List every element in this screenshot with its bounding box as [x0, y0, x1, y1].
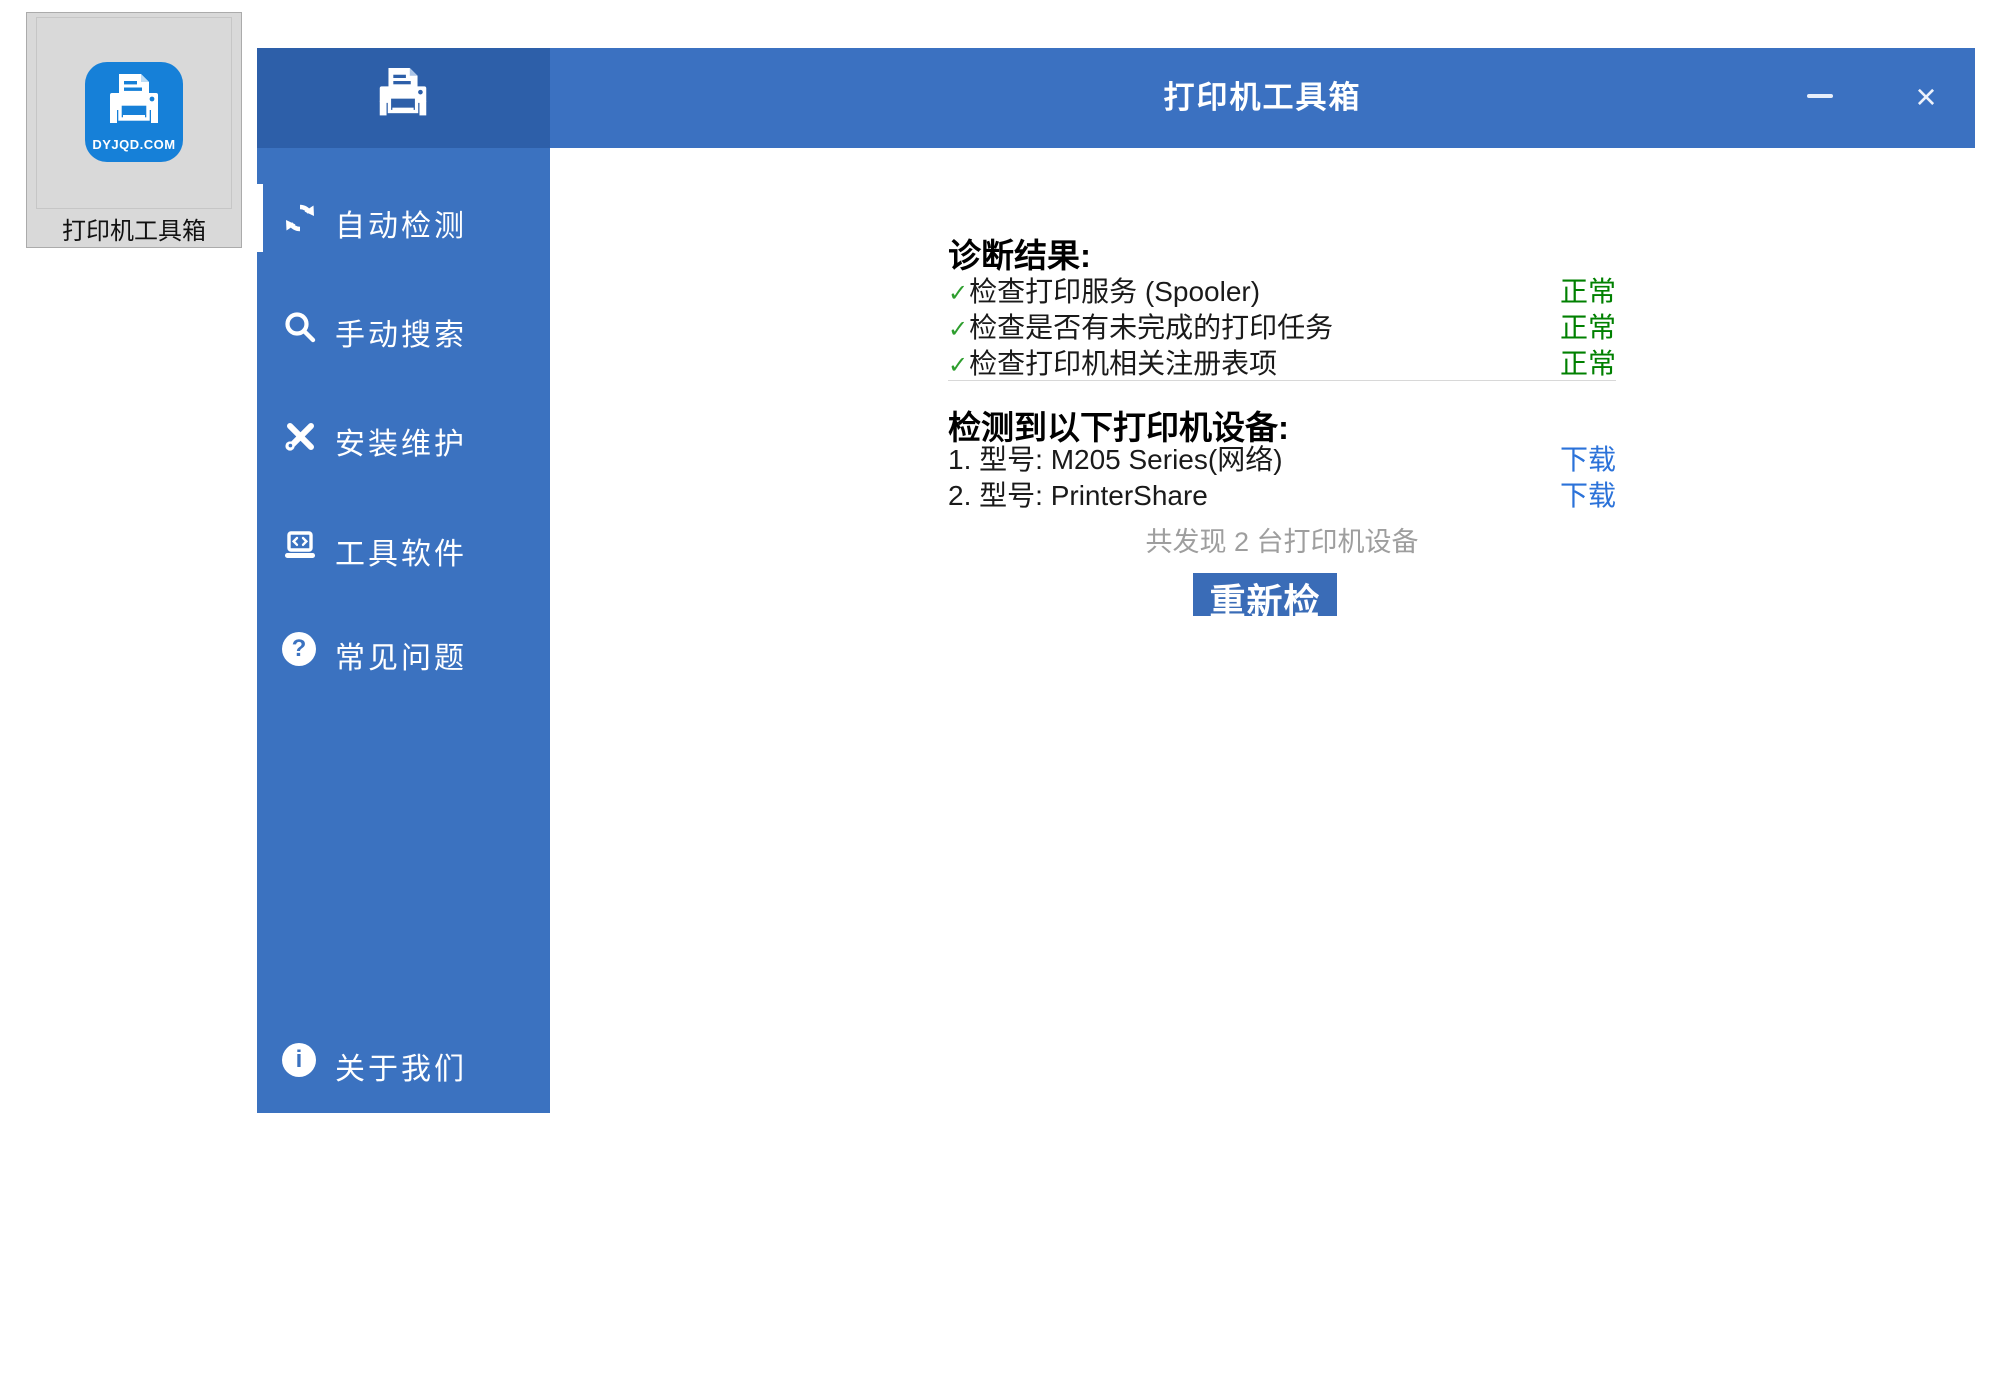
diagnosis-row: ✓检查打印机相关注册表项 正常	[948, 342, 1616, 378]
printer-toolbox-window: 打印机工具箱 ×	[257, 48, 1975, 1113]
desktop: DYJQD.COM 打印机工具箱 打印机工具箱 ×	[0, 0, 1994, 1376]
device-row: 1. 型号: M205 Series(网络) 下载	[948, 438, 1616, 474]
device-row-label: 1. 型号: M205 Series(网络)	[948, 438, 1283, 478]
sidebar-logo	[257, 48, 550, 148]
diagnosis-rows: ✓检查打印服务 (Spooler) 正常 ✓检查是否有未完成的打印任务 正常 ✓…	[948, 270, 1616, 378]
status-badge: 正常	[1560, 342, 1616, 382]
sidebar-item-about-us[interactable]: i 关于我们	[257, 1027, 550, 1095]
rescan-button-label: 重新检	[1209, 584, 1320, 616]
sidebar-item-tool-software[interactable]: 工具软件	[257, 512, 550, 580]
shortcut-icon-frame: DYJQD.COM	[36, 17, 232, 209]
sidebar: 自动检测 手动搜索 安装维护	[257, 48, 550, 1113]
shortcut-label: 打印机工具箱	[27, 211, 241, 246]
search-icon	[282, 309, 318, 345]
check-icon: ✓	[948, 280, 968, 307]
check-icon: ✓	[948, 316, 968, 343]
diagnosis-row: ✓检查打印服务 (Spooler) 正常	[948, 270, 1616, 306]
close-button[interactable]: ×	[1903, 48, 1949, 148]
printer-logo-icon	[372, 66, 434, 128]
check-icon: ✓	[948, 352, 968, 379]
question-icon: ?	[282, 632, 316, 666]
download-link[interactable]: 下载	[1560, 438, 1616, 478]
window-title: 打印机工具箱	[550, 48, 1975, 148]
desktop-shortcut-printer-toolbox[interactable]: DYJQD.COM 打印机工具箱	[26, 12, 242, 248]
device-rows: 1. 型号: M205 Series(网络) 下载 2. 型号: Printer…	[948, 438, 1616, 510]
diagnosis-row: ✓检查是否有未完成的打印任务 正常	[948, 306, 1616, 342]
status-badge: 正常	[1560, 306, 1616, 346]
printer-icon	[102, 72, 166, 136]
sidebar-item-faq[interactable]: ? 常见问题	[257, 616, 550, 684]
sidebar-item-label: 常见问题	[335, 633, 467, 677]
sync-icon	[282, 200, 318, 236]
diagnosis-row-label: ✓检查打印服务 (Spooler)	[948, 270, 1260, 310]
sidebar-item-auto-detect[interactable]: 自动检测	[257, 184, 550, 252]
status-badge: 正常	[1560, 270, 1616, 310]
device-row-label: 2. 型号: PrinterShare	[948, 474, 1208, 514]
device-count-summary: 共发现 2 台打印机设备	[948, 520, 1616, 559]
sidebar-item-label: 工具软件	[335, 529, 467, 573]
device-row: 2. 型号: PrinterShare 下载	[948, 474, 1616, 510]
laptop-icon	[282, 528, 318, 564]
app-icon-domain-text: DYJQD.COM	[85, 137, 183, 152]
download-link[interactable]: 下载	[1560, 474, 1616, 514]
tools-icon	[282, 418, 318, 454]
main-content: 诊断结果: ✓检查打印服务 (Spooler) 正常 ✓检查是否有未完成的打印任…	[550, 148, 1975, 1113]
sidebar-item-manual-search[interactable]: 手动搜索	[257, 293, 550, 361]
sidebar-item-label: 手动搜索	[335, 310, 467, 354]
sidebar-item-label: 自动检测	[335, 201, 467, 245]
printer-app-icon: DYJQD.COM	[85, 62, 183, 162]
minimize-button[interactable]	[1797, 48, 1843, 148]
sidebar-item-label: 安装维护	[335, 419, 467, 463]
diagnosis-row-label: ✓检查打印机相关注册表项	[948, 342, 1277, 382]
sidebar-item-install-maintain[interactable]: 安装维护	[257, 402, 550, 470]
section-divider	[948, 380, 1616, 381]
rescan-button[interactable]: 重新检	[1193, 573, 1337, 616]
info-icon: i	[282, 1043, 316, 1077]
diagnosis-row-label: ✓检查是否有未完成的打印任务	[948, 306, 1333, 346]
minimize-icon	[1807, 94, 1833, 98]
sidebar-item-label: 关于我们	[335, 1044, 467, 1088]
